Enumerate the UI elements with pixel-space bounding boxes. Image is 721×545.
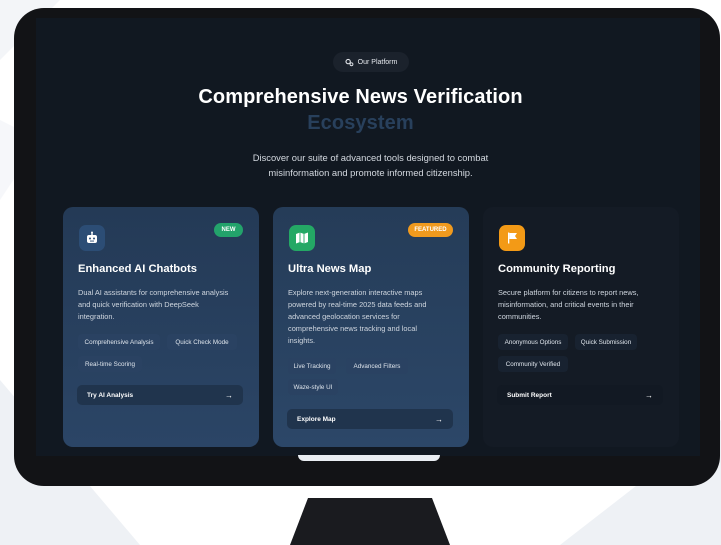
flag-icon (508, 232, 517, 244)
card-community-reporting: Community Reporting Secure platform for … (483, 207, 679, 447)
robot-icon (87, 231, 97, 243)
action-label: Submit Report (507, 391, 552, 399)
hero-subtitle: Discover our suite of advanced tools des… (252, 152, 489, 178)
card-title: Ultra News Map (288, 263, 372, 275)
hero-title-highlight: Ecosystem (307, 112, 414, 134)
tag-live-tracking: Live Tracking (288, 358, 336, 374)
tag-comprehensive-analysis: Comprehensive Analysis (78, 334, 160, 350)
new-badge: NEW (214, 223, 243, 237)
map-icon (296, 232, 308, 244)
tag-waze-style-ui: Waze-style UI (288, 379, 338, 395)
cogs-icon (345, 58, 354, 66)
tag-community-verified: Community Verified (498, 356, 568, 372)
card-icon-container (79, 225, 105, 251)
our-platform-label: Our Platform (357, 58, 398, 66)
our-platform-pill: Our Platform (333, 52, 409, 72)
card-icon-container (499, 225, 525, 251)
card-enhanced-ai-chatbots: NEW Enhanced AI Chatbots Dual AI assista… (63, 207, 259, 447)
monitor-chin (298, 455, 440, 461)
card-ultra-news-map: FEATURED Ultra News Map Explore next-gen… (273, 207, 469, 447)
tag-real-time-scoring: Real-time Scoring (78, 356, 142, 372)
monitor-stand (290, 498, 450, 545)
action-label: Explore Map (297, 415, 336, 423)
hero-title: Comprehensive News Verification (198, 86, 523, 108)
try-ai-analysis-button[interactable]: Try AI Analysis → (77, 385, 243, 405)
arrow-right-icon: → (225, 390, 233, 400)
arrow-right-icon: → (435, 414, 443, 424)
card-title: Community Reporting (498, 263, 616, 275)
action-label: Try AI Analysis (87, 391, 134, 399)
arrow-right-icon: → (645, 390, 653, 400)
card-description: Dual AI assistants for comprehensive ana… (78, 288, 229, 321)
tag-quick-submission: Quick Submission (575, 334, 637, 350)
card-icon-container (289, 225, 315, 251)
explore-map-button[interactable]: Explore Map → (287, 409, 453, 429)
card-description: Secure platform for citizens to report n… (498, 288, 639, 321)
submit-report-button[interactable]: Submit Report → (497, 385, 663, 405)
featured-badge: FEATURED (408, 223, 453, 237)
card-title: Enhanced AI Chatbots (78, 263, 197, 275)
tag-anonymous-options: Anonymous Options (498, 334, 568, 350)
card-description: Explore next-generation interactive maps… (288, 288, 427, 345)
tag-quick-check-mode: Quick Check Mode (167, 334, 237, 350)
tag-advanced-filters: Advanced Filters (346, 358, 408, 374)
